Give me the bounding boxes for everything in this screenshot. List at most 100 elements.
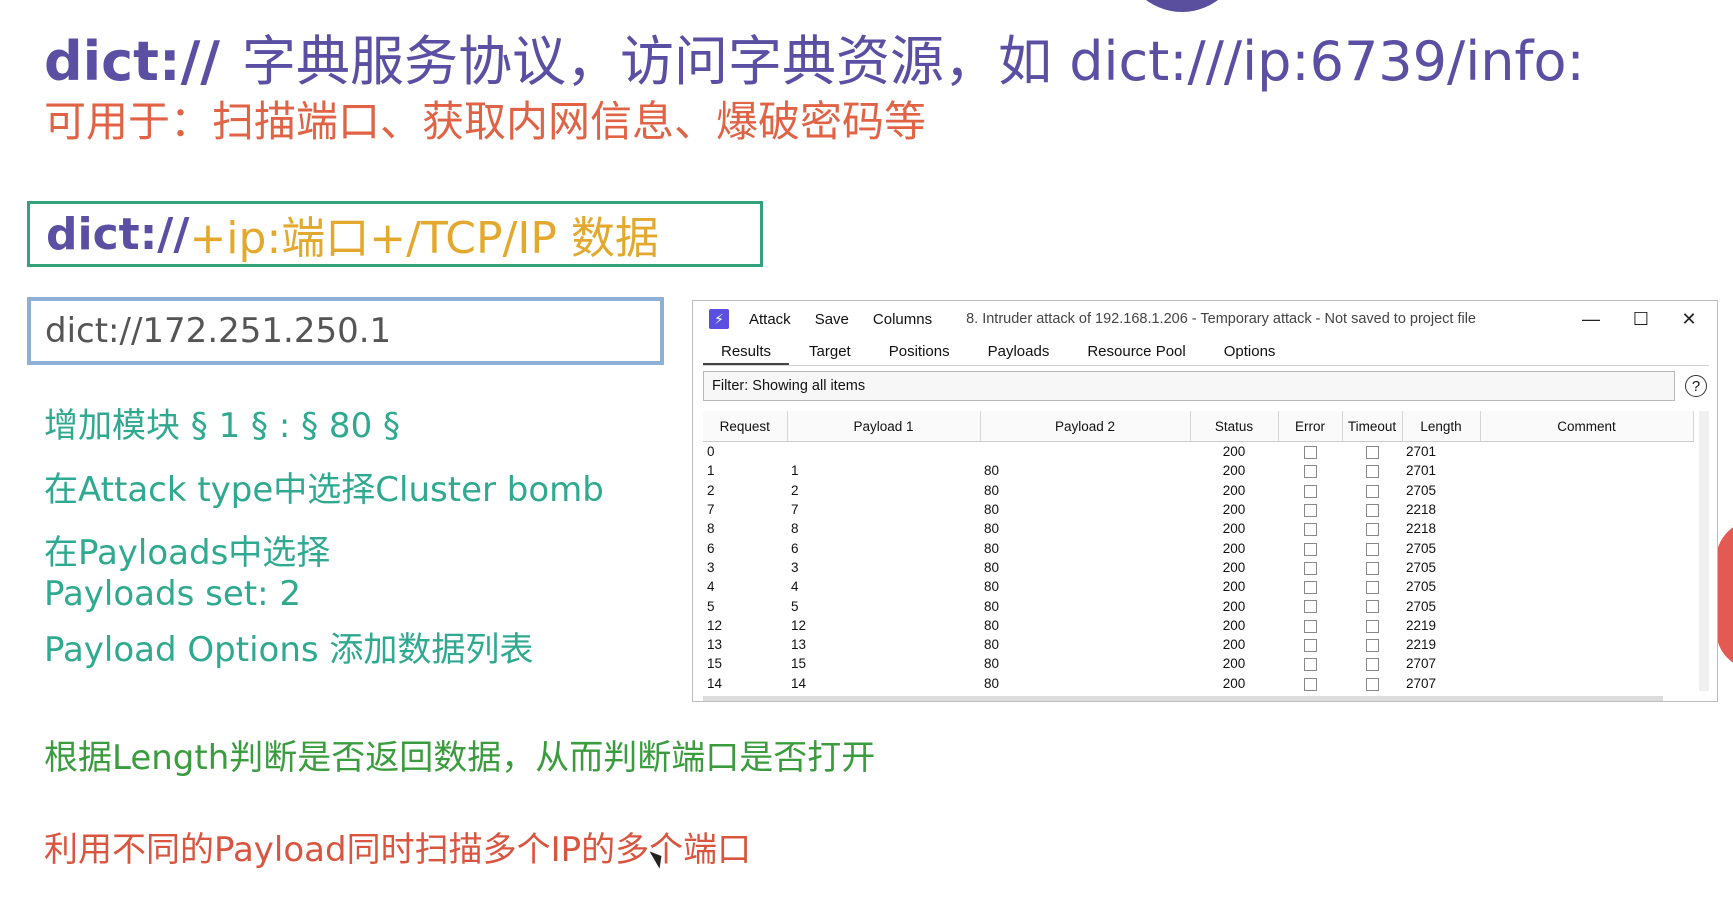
horizontal-scrollbar[interactable]: [703, 696, 1663, 701]
table-row[interactable]: 7 7 80 200 2218: [703, 500, 1693, 519]
cell-payload-1: 4: [791, 579, 799, 595]
cell-comment: [1480, 461, 1693, 480]
timeout-checkbox[interactable]: [1365, 484, 1379, 498]
col-timeout[interactable]: Timeout: [1342, 411, 1403, 442]
cell-payload-1: 3: [791, 559, 799, 575]
tab-positions[interactable]: Positions: [871, 339, 968, 365]
timeout-checkbox[interactable]: [1365, 523, 1379, 537]
timeout-checkbox[interactable]: [1365, 658, 1379, 672]
cell-payload-2: 80: [984, 579, 1000, 595]
error-checkbox[interactable]: [1303, 542, 1317, 556]
table-row[interactable]: 4 4 80 200 2705: [703, 577, 1693, 596]
cell-length: 2707: [1406, 675, 1437, 691]
table-row[interactable]: 6 6 80 200 2705: [703, 538, 1693, 557]
col-error[interactable]: Error: [1278, 411, 1343, 442]
syntax-box: dict://+ip:端口+/TCP/IP 数据: [27, 201, 763, 267]
table-row[interactable]: 14 14 80 200 2707: [703, 674, 1693, 693]
url-input[interactable]: dict://172.251.250.1: [27, 297, 664, 365]
table-row[interactable]: 1 1 80 200 2701: [703, 461, 1693, 480]
cell-request: 15: [707, 656, 723, 672]
minimize-button[interactable]: —: [1573, 306, 1609, 332]
table-row[interactable]: 2 2 80 200 2705: [703, 481, 1693, 500]
menu-columns[interactable]: Columns: [873, 311, 932, 328]
timeout-checkbox-cell: [1342, 558, 1402, 577]
col-length[interactable]: Length: [1402, 411, 1481, 442]
cell-payload-2: [980, 442, 1190, 462]
slide-title: dict:// 字典服务协议，访问字典资源，如 dict:///ip:6739/i…: [44, 30, 1585, 94]
col-payload-2[interactable]: Payload 2: [980, 411, 1191, 442]
cell-payload-2: 80: [984, 502, 1000, 518]
note-payload-options: Payload Options 添加数据列表: [44, 630, 534, 670]
timeout-checkbox[interactable]: [1365, 581, 1379, 595]
filter-bar[interactable]: Filter: Showing all items: [703, 371, 1675, 401]
error-checkbox[interactable]: [1303, 619, 1317, 633]
menu-save[interactable]: Save: [815, 311, 849, 328]
help-icon[interactable]: ?: [1685, 375, 1707, 397]
table-row[interactable]: 12 12 80 200 2219: [703, 616, 1693, 635]
table-row[interactable]: 13 13 80 200 2219: [703, 635, 1693, 654]
tab-target[interactable]: Target: [791, 339, 869, 365]
error-checkbox[interactable]: [1303, 600, 1317, 614]
cell-payload-2: 80: [984, 463, 1000, 479]
error-checkbox[interactable]: [1303, 581, 1317, 595]
error-checkbox[interactable]: [1303, 658, 1317, 672]
maximize-button[interactable]: ☐: [1623, 306, 1659, 332]
error-checkbox[interactable]: [1303, 503, 1317, 517]
error-checkbox[interactable]: [1303, 446, 1317, 460]
table-row[interactable]: 15 15 80 200 2707: [703, 654, 1693, 673]
cell-request: 13: [707, 637, 723, 653]
tab-results[interactable]: Results: [703, 339, 790, 365]
cell-length: 2707: [1406, 656, 1437, 672]
table-row[interactable]: 3 3 80 200 2705: [703, 558, 1693, 577]
vertical-scrollbar[interactable]: [1699, 411, 1709, 691]
table-row[interactable]: 5 5 80 200 2705: [703, 596, 1693, 615]
error-checkbox[interactable]: [1303, 561, 1317, 575]
cell-status: 200: [1222, 482, 1246, 498]
col-status[interactable]: Status: [1190, 411, 1279, 442]
timeout-checkbox[interactable]: [1365, 619, 1379, 633]
cell-length: 2701: [1406, 463, 1437, 479]
cell-length: 2705: [1406, 598, 1437, 614]
cell-payload-1: 12: [791, 617, 807, 633]
note-length-check: 根据Length判断是否返回数据，从而判断端口是否打开: [44, 738, 876, 778]
tab-bar: Results Target Positions Payloads Resour…: [703, 339, 1709, 366]
error-checkbox[interactable]: [1303, 465, 1317, 479]
timeout-checkbox[interactable]: [1365, 677, 1379, 691]
syntax-format: +ip:端口+/TCP/IP 数据: [189, 213, 659, 264]
error-checkbox[interactable]: [1303, 639, 1317, 653]
cell-payload-2: 80: [984, 675, 1000, 691]
error-checkbox[interactable]: [1303, 523, 1317, 537]
col-comment[interactable]: Comment: [1480, 411, 1694, 442]
error-checkbox[interactable]: [1303, 484, 1317, 498]
timeout-checkbox[interactable]: [1365, 542, 1379, 556]
cell-comment: [1480, 674, 1693, 693]
col-request[interactable]: Request: [703, 411, 788, 442]
timeout-checkbox[interactable]: [1365, 561, 1379, 575]
timeout-checkbox[interactable]: [1365, 503, 1379, 517]
tab-resource-pool[interactable]: Resource Pool: [1069, 339, 1203, 365]
timeout-checkbox[interactable]: [1365, 639, 1379, 653]
menu-attack[interactable]: Attack: [749, 311, 791, 328]
col-payload-1[interactable]: Payload 1: [787, 411, 981, 442]
title-description: 字典服务协议，访问字典资源，如 dict:///ip:6739/info:: [242, 30, 1585, 93]
tab-options[interactable]: Options: [1206, 339, 1294, 365]
timeout-checkbox[interactable]: [1365, 465, 1379, 479]
error-checkbox-cell: [1278, 519, 1342, 538]
close-button[interactable]: ✕: [1671, 306, 1707, 332]
timeout-checkbox[interactable]: [1365, 446, 1379, 460]
cell-length: 2219: [1406, 617, 1437, 633]
cell-payload-1: 15: [791, 656, 807, 672]
table-row[interactable]: 8 8 80 200 2218: [703, 519, 1693, 538]
cell-comment: [1480, 616, 1693, 635]
window-titlebar: ⚡ Attack Save Columns 8. Intruder attack…: [693, 301, 1717, 337]
error-checkbox-cell: [1278, 481, 1342, 500]
cell-payload-1: 14: [791, 675, 807, 691]
cell-payload-2: 80: [984, 598, 1000, 614]
tab-payloads[interactable]: Payloads: [970, 339, 1068, 365]
error-checkbox[interactable]: [1303, 677, 1317, 691]
cell-request: 4: [707, 579, 715, 595]
decorative-blob: [1716, 520, 1733, 670]
timeout-checkbox[interactable]: [1365, 600, 1379, 614]
table-row[interactable]: 0 200 2701: [703, 442, 1693, 462]
cell-status: 200: [1222, 637, 1246, 653]
